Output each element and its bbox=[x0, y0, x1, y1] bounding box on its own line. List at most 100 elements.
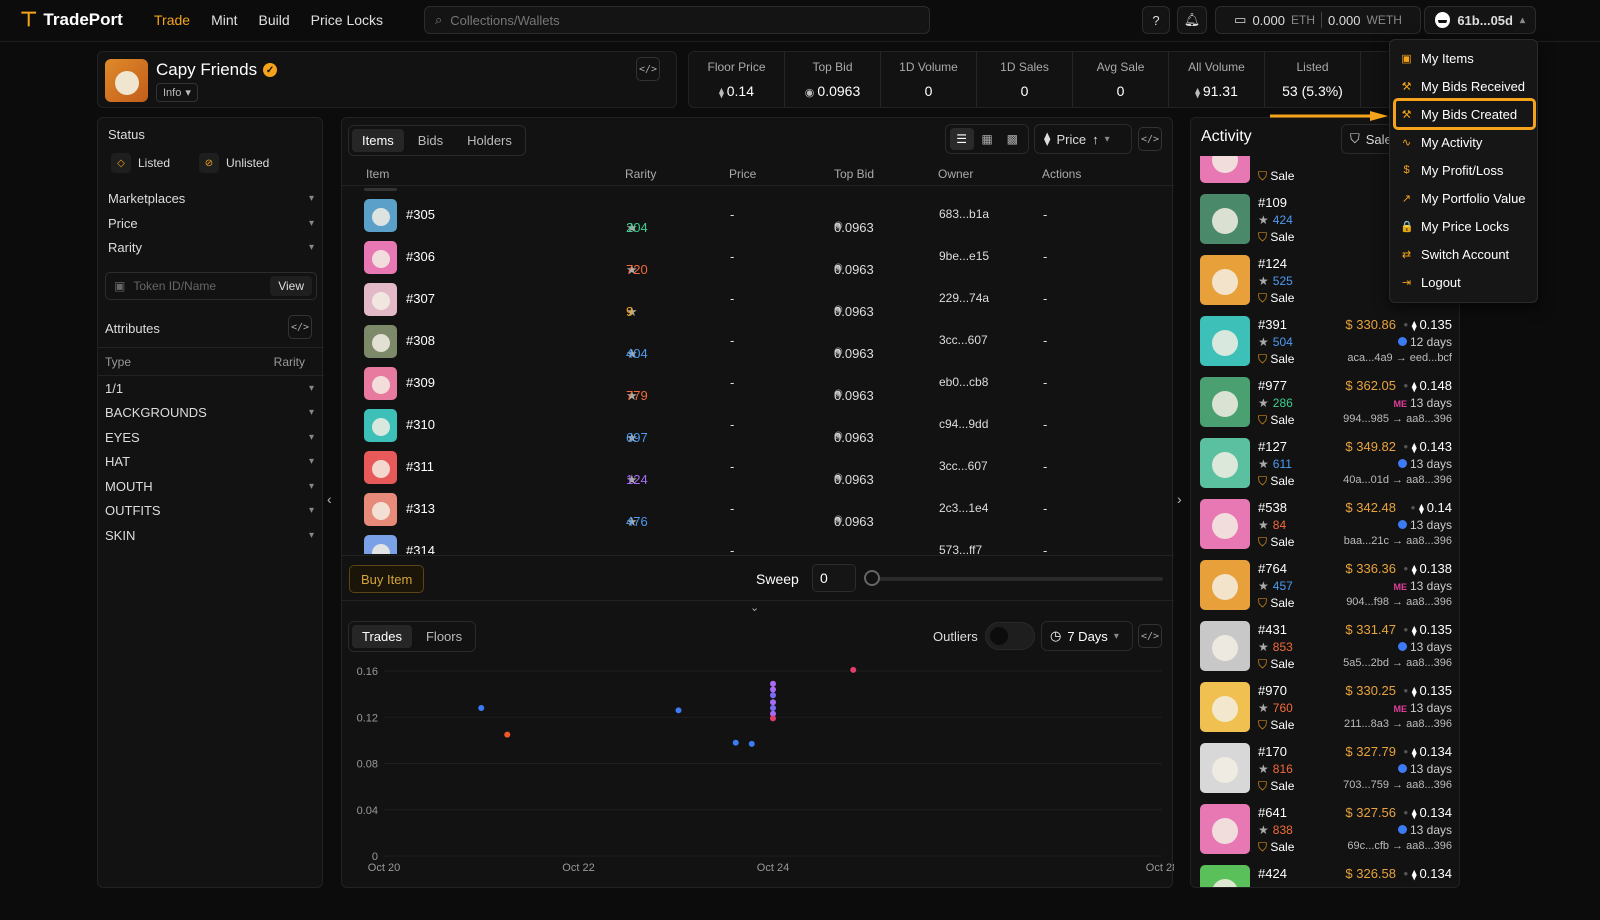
filter-marketplaces[interactable]: Marketplaces ▾ bbox=[108, 188, 314, 208]
table-row[interactable]: #306 ★ 720- ◉ 0.0963 9be...e15- bbox=[342, 236, 1174, 278]
item-owner[interactable]: 683...b1a bbox=[939, 207, 989, 221]
table-row[interactable]: #308 ★ 404- ◉ 0.0963 3cc...607- bbox=[342, 320, 1174, 362]
menu-item-my-price-locks[interactable]: 🔒 My Price Locks bbox=[1396, 213, 1533, 239]
trade-point[interactable] bbox=[675, 707, 682, 714]
attributes-code-button[interactable]: </> bbox=[288, 315, 312, 339]
expand-chevron-icon[interactable]: ⌄ bbox=[750, 601, 759, 614]
items-code-button[interactable]: </> bbox=[1138, 127, 1162, 151]
collapse-right-icon[interactable]: › bbox=[1177, 491, 1182, 507]
menu-item-my-portfolio-value[interactable]: ↗ My Portfolio Value bbox=[1396, 185, 1533, 211]
sweep-slider-handle[interactable] bbox=[864, 570, 880, 586]
sort-dropdown[interactable]: ⧫ Price ↑ ▾ bbox=[1034, 124, 1132, 154]
trade-point[interactable] bbox=[732, 739, 739, 746]
menu-item-switch-account[interactable]: ⇄ Switch Account bbox=[1396, 241, 1533, 267]
trade-point[interactable] bbox=[850, 666, 857, 673]
item-owner[interactable]: 3cc...607 bbox=[939, 333, 988, 347]
activity-item[interactable]: #431 ★ 853 ⛉ Sale $ 331.47 • ⧫ 0.135 13 days 5a… bbox=[1198, 618, 1454, 676]
token-input[interactable] bbox=[133, 279, 264, 293]
table-row[interactable]: #307 ★ 9- ◉ 0.0963 229...74a - bbox=[342, 278, 1174, 320]
attribute-row[interactable]: HAT ▾ bbox=[105, 452, 314, 472]
view-button[interactable]: View bbox=[270, 276, 312, 296]
tab-floors[interactable]: Floors bbox=[416, 625, 472, 648]
attribute-row[interactable]: BACKGROUNDS ▾ bbox=[105, 403, 314, 423]
sweep-input[interactable] bbox=[812, 564, 856, 592]
trade-point[interactable] bbox=[770, 692, 776, 699]
item-owner[interactable]: 573...ff7 bbox=[939, 543, 982, 554]
trade-point[interactable] bbox=[770, 705, 776, 711]
attribute-row[interactable]: EYES ▾ bbox=[105, 427, 314, 447]
nav-price-locks[interactable]: Price Locks bbox=[311, 12, 383, 28]
info-dropdown[interactable]: Info ▾ bbox=[156, 83, 198, 102]
status-listed[interactable]: ◇ Listed bbox=[111, 150, 170, 176]
menu-item-logout[interactable]: ⇥ Logout bbox=[1396, 269, 1533, 295]
item-owner[interactable]: 9be...e15 bbox=[939, 249, 989, 263]
attribute-row[interactable]: 1/1 ▾ bbox=[105, 378, 314, 398]
filter-rarity[interactable]: Rarity ▾ bbox=[108, 237, 314, 257]
attribute-row[interactable]: MOUTH ▾ bbox=[105, 476, 314, 496]
search-input[interactable] bbox=[450, 12, 881, 28]
activity-addresses[interactable]: 904...f98 → aa8...396 bbox=[1346, 596, 1452, 608]
trade-point[interactable] bbox=[770, 680, 776, 687]
notifications-button[interactable]: 🔔︎ bbox=[1177, 6, 1207, 34]
item-owner[interactable]: eb0...cb8 bbox=[939, 375, 988, 389]
menu-item-my-activity[interactable]: ∿ My Activity bbox=[1396, 129, 1533, 155]
item-owner[interactable]: 2c3...1e4 bbox=[939, 501, 988, 515]
account-button[interactable]: 61b...05d ▴ bbox=[1424, 6, 1536, 34]
activity-addresses[interactable]: 69c...cfb → aa8...396 bbox=[1347, 840, 1452, 852]
activity-addresses[interactable]: 5a5...2bd → aa8...396 bbox=[1343, 657, 1452, 669]
tab-holders[interactable]: Holders bbox=[457, 129, 522, 152]
trade-point[interactable] bbox=[770, 686, 776, 693]
time-range-dropdown[interactable]: ◷ 7 Days ▾ bbox=[1041, 621, 1133, 651]
activity-item[interactable]: #977 ★ 286 ⛉ Sale $ 362.05 • ⧫ 0.148 ME 13 days… bbox=[1198, 374, 1454, 432]
activity-item[interactable]: #641 ★ 838 ⛉ Sale $ 327.56 • ⧫ 0.134 13 days 69… bbox=[1198, 801, 1454, 859]
sweep-slider-track[interactable] bbox=[871, 577, 1163, 581]
nav-mint[interactable]: Mint bbox=[211, 12, 237, 28]
table-row[interactable]: #305 ★ 204- ◉ 0.0963 683...b1a - bbox=[342, 194, 1174, 236]
trade-point[interactable] bbox=[504, 731, 511, 738]
table-row[interactable]: #310 ★ 697- ◉ 0.0963 c94...9dd - bbox=[342, 404, 1174, 446]
menu-item-my-bids-received[interactable]: ⚒ My Bids Received bbox=[1396, 73, 1533, 99]
activity-addresses[interactable]: aca...4a9 → eed...bcf bbox=[1347, 352, 1452, 364]
nav-build[interactable]: Build bbox=[259, 12, 290, 28]
wallet-balance[interactable]: ▭ 0.000 ETH 0.000 WETH bbox=[1215, 6, 1421, 34]
embed-code-button[interactable]: </> bbox=[636, 57, 660, 81]
chart-code-button[interactable]: </> bbox=[1138, 624, 1162, 648]
logo[interactable]: ⊤ TradePort bbox=[20, 10, 123, 30]
activity-addresses[interactable]: 211...8a3 → aa8...396 bbox=[1344, 718, 1452, 730]
activity-item[interactable]: #764 ★ 457 ⛉ Sale $ 336.36 • ⧫ 0.138 ME 13 days… bbox=[1198, 557, 1454, 615]
activity-addresses[interactable]: 994...985 → aa8...396 bbox=[1343, 413, 1452, 425]
item-owner[interactable]: 3cc...607 bbox=[939, 459, 988, 473]
table-row[interactable]: #309 ★ 779- ◉ 0.0963 eb0...cb8- bbox=[342, 362, 1174, 404]
activity-item[interactable]: #970 ★ 760 ⛉ Sale $ 330.25 • ⧫ 0.135 ME 13 days… bbox=[1198, 679, 1454, 737]
attribute-row[interactable]: SKIN ▾ bbox=[105, 525, 314, 545]
activity-item[interactable]: #127 ★ 611 ⛉ Sale $ 349.82 • ⧫ 0.143 13 days 40… bbox=[1198, 435, 1454, 493]
activity-item[interactable]: #538 ★ 84 ⛉ Sale $ 342.48 • ⧫ 0.14 13 days baa.… bbox=[1198, 496, 1454, 554]
trade-point[interactable] bbox=[748, 740, 755, 747]
menu-item-my-profit-loss[interactable]: $ My Profit/Loss bbox=[1396, 157, 1533, 183]
activity-item[interactable]: #391 ★ 504 ⛉ Sale $ 330.86 • ⧫ 0.135 12 days ac… bbox=[1198, 313, 1454, 371]
tab-items[interactable]: Items bbox=[352, 129, 404, 152]
filter-price[interactable]: Price ▾ bbox=[108, 213, 314, 233]
table-row[interactable]: #313 ★ 476- ◉ 0.0963 2c3...1e4- bbox=[342, 488, 1174, 530]
activity-item[interactable]: #424 $ 326.58 • ⧫ 0.134 bbox=[1198, 862, 1454, 887]
menu-item-my-bids-created[interactable]: ⚒ My Bids Created bbox=[1393, 98, 1536, 130]
menu-item-my-items[interactable]: ▣ My Items bbox=[1396, 45, 1533, 71]
outliers-toggle[interactable] bbox=[985, 622, 1035, 650]
status-unlisted[interactable]: ⊘ Unlisted bbox=[199, 150, 269, 176]
attribute-row[interactable]: OUTFITS ▾ bbox=[105, 501, 314, 521]
grid-large-icon[interactable]: ▩ bbox=[1000, 128, 1024, 150]
buy-item-button[interactable]: Buy Item bbox=[349, 565, 425, 593]
activity-item[interactable]: #170 ★ 816 ⛉ Sale $ 327.79 • ⧫ 0.134 13 days 70… bbox=[1198, 740, 1454, 798]
activity-addresses[interactable]: 703...759 → aa8...396 bbox=[1343, 779, 1452, 791]
tab-bids[interactable]: Bids bbox=[408, 129, 453, 152]
nav-trade[interactable]: Trade bbox=[154, 12, 190, 28]
trade-point[interactable] bbox=[770, 715, 776, 722]
table-row[interactable]: #311 ★ 124- ◉ 0.0963 3cc...607- bbox=[342, 446, 1174, 488]
list-view-icon[interactable]: ☰ bbox=[949, 128, 974, 150]
help-button[interactable]: ? bbox=[1142, 6, 1170, 34]
tab-trades[interactable]: Trades bbox=[352, 625, 412, 648]
grid-small-icon[interactable]: ▦ bbox=[975, 128, 999, 150]
item-owner[interactable]: c94...9dd bbox=[939, 417, 988, 431]
trade-point[interactable] bbox=[770, 699, 776, 706]
activity-addresses[interactable]: 40a...01d → aa8...396 bbox=[1343, 474, 1452, 486]
